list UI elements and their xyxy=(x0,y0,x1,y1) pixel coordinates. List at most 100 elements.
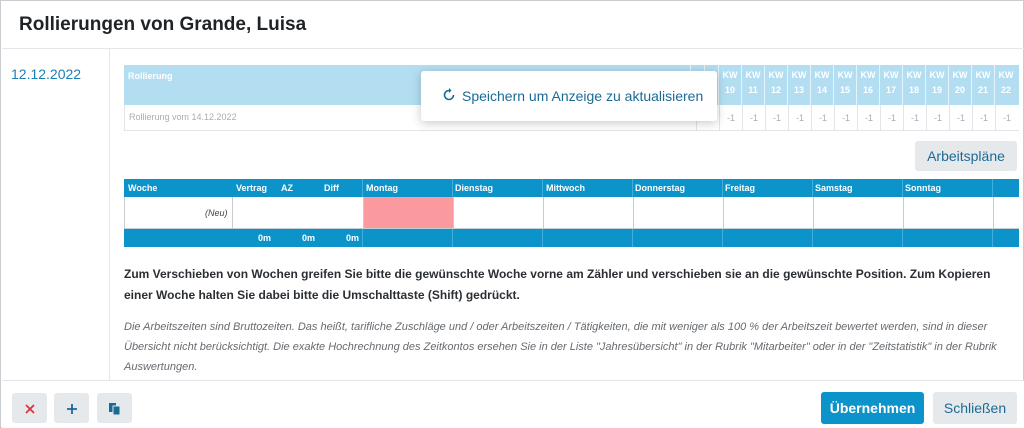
col-header-montag: Montag xyxy=(366,183,398,193)
column-divider xyxy=(722,179,723,197)
day-cell-samstag[interactable] xyxy=(814,197,904,228)
kw-label: KW xyxy=(837,70,853,80)
save-hint-text: Speichern um Anzeige zu aktualisieren xyxy=(462,88,704,104)
rollierung-week-cell[interactable]: -1 xyxy=(880,105,903,131)
note-text: Die Arbeitszeiten sind Bruttozeiten. Das… xyxy=(124,321,997,373)
day-cell-donnerstag[interactable] xyxy=(634,197,724,228)
copy-button[interactable] xyxy=(97,393,132,423)
day-cell-freitag[interactable] xyxy=(724,197,814,228)
kw-label: KW xyxy=(883,70,899,80)
kw-label: KW xyxy=(814,70,830,80)
week-counter-cell[interactable]: (Neu) xyxy=(125,197,233,228)
col-header-diff: Diff xyxy=(324,183,339,193)
rollierung-week-cell[interactable]: -1 xyxy=(857,105,880,131)
column-divider xyxy=(542,179,543,197)
dialog-header: Rollierungen von Grande, Luisa xyxy=(2,2,1024,49)
rollierung-week-cell[interactable]: -1 xyxy=(742,105,765,131)
day-cell-sonntag[interactable] xyxy=(904,197,994,228)
day-cell-dienstag[interactable] xyxy=(454,197,544,228)
rollierung-week-cell[interactable]: -1 xyxy=(788,105,811,131)
column-divider xyxy=(632,229,633,247)
save-hint-popup[interactable]: Speichern um Anzeige zu aktualisieren xyxy=(421,71,717,121)
dialog-title: Rollierungen von Grande, Luisa xyxy=(19,14,307,35)
kw-column-header: KW 10 xyxy=(718,65,741,105)
uebernehmen-button[interactable]: Übernehmen xyxy=(821,392,924,424)
rollierung-week-cell[interactable]: -1 xyxy=(765,105,788,131)
main-content: Rollierung KW 10 KW 11 KW 12 KW 13 KW 14 KW 15 KW 16 K… xyxy=(111,49,1021,380)
rollierung-week-cell[interactable]: -1 xyxy=(834,105,857,131)
week-table-footer: 0m 0m 0m xyxy=(124,229,1019,247)
kw-number: 18 xyxy=(908,85,919,95)
rollierung-week-cell[interactable]: -1 xyxy=(995,105,1018,131)
kw-column-header: KW 14 xyxy=(810,65,833,105)
add-button[interactable] xyxy=(54,393,89,423)
column-divider xyxy=(362,229,363,247)
rollierung-week-cell[interactable]: -1 xyxy=(903,105,926,131)
arbeitsplaene-button[interactable]: Arbeitspläne xyxy=(915,141,1017,171)
kw-column-header: KW 17 xyxy=(879,65,902,105)
kw-column-header: KW 16 xyxy=(856,65,879,105)
column-divider xyxy=(452,229,453,247)
rollierung-header-label: Rollierung xyxy=(128,71,173,81)
kw-number: 22 xyxy=(1000,85,1011,95)
refresh-icon xyxy=(443,88,455,101)
delete-button[interactable] xyxy=(12,393,47,423)
kw-label: KW xyxy=(975,70,991,80)
kw-column-header: KW 18 xyxy=(902,65,925,105)
schliessen-button[interactable]: Schließen xyxy=(933,392,1017,424)
col-header-samstag: Samstag xyxy=(815,183,853,193)
kw-column-header: KW 20 xyxy=(948,65,971,105)
sidebar-date-link[interactable]: 12.12.2022 xyxy=(11,66,81,82)
kw-label: KW xyxy=(768,70,784,80)
rollierung-week-cell[interactable]: -1 xyxy=(811,105,834,131)
kw-number: 13 xyxy=(793,85,804,95)
kw-number: 10 xyxy=(724,85,735,95)
column-divider xyxy=(992,229,993,247)
rollierung-week-cell[interactable]: -1 xyxy=(949,105,972,131)
kw-label: KW xyxy=(791,70,807,80)
col-header-az: AZ xyxy=(281,183,293,193)
week-row[interactable]: (Neu) xyxy=(124,197,1019,229)
kw-number: 19 xyxy=(931,85,942,95)
sidebar: 12.12.2022 xyxy=(2,49,110,380)
kw-number: 21 xyxy=(977,85,988,95)
kw-label: KW xyxy=(906,70,922,80)
total-vertrag: 0m xyxy=(258,233,272,243)
day-cell-mittwoch[interactable] xyxy=(544,197,634,228)
close-icon xyxy=(24,403,35,414)
rollierung-week-cell[interactable]: -1 xyxy=(719,105,742,131)
kw-number: 16 xyxy=(862,85,873,95)
kw-column-header: KW 12 xyxy=(764,65,787,105)
kw-column-header: KW 21 xyxy=(971,65,994,105)
column-divider xyxy=(362,179,363,197)
rollierung-week-cell[interactable]: -1 xyxy=(972,105,995,131)
col-header-freitag: Freitag xyxy=(725,183,756,193)
instruction-text: Zum Verschieben von Wochen greifen Sie b… xyxy=(124,267,991,302)
day-cell-montag[interactable] xyxy=(364,197,454,228)
column-divider xyxy=(722,229,723,247)
col-header-mittwoch: Mittwoch xyxy=(546,183,585,193)
kw-label: KW xyxy=(722,70,738,80)
kw-number: 17 xyxy=(885,85,896,95)
column-divider xyxy=(992,179,993,197)
kw-label: KW xyxy=(998,70,1014,80)
total-diff: 0m xyxy=(346,233,360,243)
plus-icon xyxy=(66,403,77,414)
kw-column-header: KW 22 xyxy=(994,65,1017,105)
kw-number: 14 xyxy=(816,85,827,95)
kw-label: KW xyxy=(745,70,761,80)
dialog: Rollierungen von Grande, Luisa 12.12.202… xyxy=(0,0,1024,428)
rollierung-week-cell[interactable]: -1 xyxy=(926,105,949,131)
column-divider xyxy=(812,179,813,197)
week-table-header: Woche Vertrag AZ Diff Montag Dienstag Mi… xyxy=(124,179,1019,197)
kw-label: KW xyxy=(929,70,945,80)
col-header-dienstag: Dienstag xyxy=(455,183,494,193)
total-az: 0m xyxy=(302,233,316,243)
column-divider xyxy=(632,179,633,197)
dialog-footer: Übernehmen Schließen xyxy=(2,380,1024,428)
summary-cell xyxy=(233,197,364,228)
col-header-vertrag: Vertrag xyxy=(236,183,268,193)
kw-label: KW xyxy=(860,70,876,80)
column-divider xyxy=(902,229,903,247)
column-divider xyxy=(542,229,543,247)
